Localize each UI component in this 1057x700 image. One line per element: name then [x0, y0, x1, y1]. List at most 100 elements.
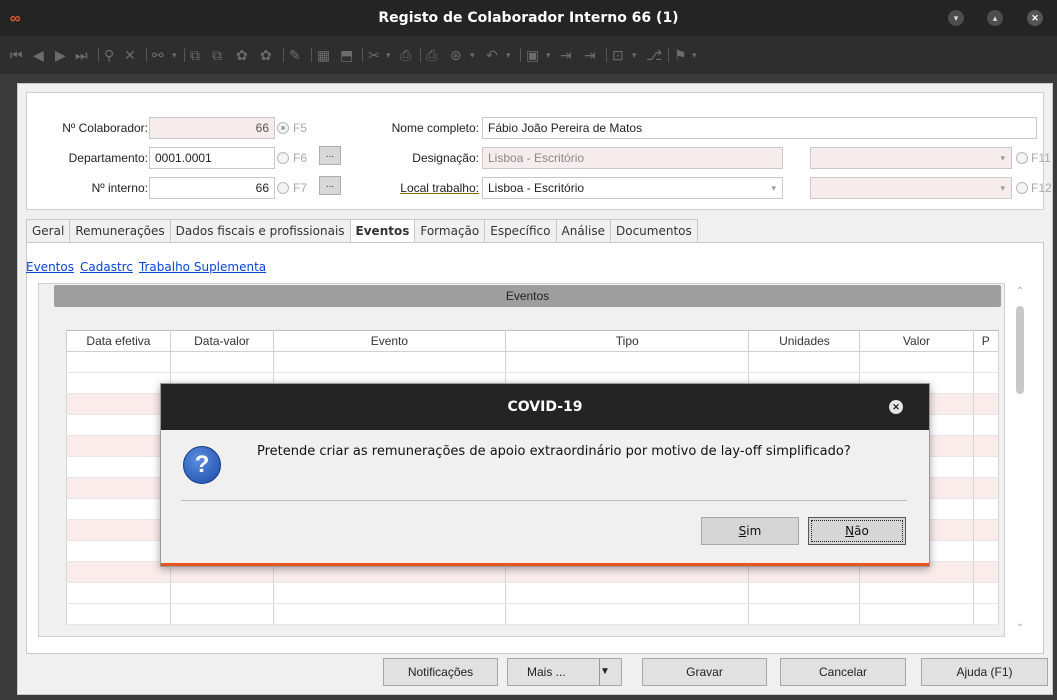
designacao-field: Lisboa - Escritório [482, 147, 783, 169]
mais-button[interactable]: Mais ... ▼ [507, 658, 622, 686]
tab-geral[interactable]: Geral [26, 219, 70, 243]
maximize-button[interactable]: ▴ [987, 10, 1003, 26]
table-row[interactable] [66, 351, 999, 373]
departamento-field[interactable]: 0001.0001 [149, 147, 275, 169]
tab-eventos[interactable]: Eventos [349, 219, 415, 243]
scroll-down-icon[interactable]: ⌄ [1014, 618, 1026, 629]
undo-dropdown-icon[interactable]: ▾ [506, 47, 511, 63]
scroll-up-icon[interactable]: ⌃ [1014, 286, 1026, 297]
edit-icon[interactable]: ✎ [289, 47, 301, 63]
detach-icon[interactable]: ✿ [260, 47, 272, 63]
outdent-icon[interactable]: ⇥ [584, 47, 596, 63]
last-record-icon[interactable]: ⏭ [75, 47, 88, 63]
col-p[interactable]: P [972, 330, 999, 352]
cancelar-button[interactable]: Cancelar [780, 658, 906, 686]
find-icon[interactable]: ⚯ [152, 47, 164, 63]
lock-icon[interactable]: ⊡ [612, 47, 624, 63]
minimize-button[interactable]: ▾ [948, 10, 964, 26]
local-trabalho-dropdown[interactable]: Lisboa - Escritório ▾ [482, 177, 783, 199]
numero-interno-field[interactable]: 66 [149, 177, 275, 199]
f6-radio[interactable] [277, 152, 289, 164]
find-dropdown-icon[interactable]: ▾ [172, 47, 177, 63]
save-icon[interactable]: ▣ [526, 47, 539, 63]
undo-icon[interactable]: ↶ [486, 47, 498, 63]
col-valor[interactable]: Valor [859, 330, 974, 352]
numero-interno-lookup-button[interactable]: ... [319, 176, 341, 195]
preview-icon[interactable]: ⊛ [450, 47, 462, 63]
col-data-efetiva[interactable]: Data efetiva [66, 330, 171, 352]
first-record-icon[interactable]: ⏮ [10, 47, 23, 63]
flag-dropdown-icon[interactable]: ▾ [692, 47, 697, 63]
colaborador-field: 66 [149, 117, 275, 139]
tab-especifico[interactable]: Específico [484, 219, 556, 243]
colaborador-label: Nº Colaborador: [62, 121, 148, 135]
f5-radio[interactable] [277, 122, 289, 134]
toolbar-divider [311, 48, 312, 62]
tab-remuneracoes[interactable]: Remunerações [69, 219, 170, 243]
export-icon[interactable]: ⬒ [340, 47, 353, 63]
tab-formacao[interactable]: Formação [414, 219, 485, 243]
departamento-lookup-button[interactable]: ... [319, 146, 341, 165]
notes-icon[interactable]: ⎙ [400, 47, 411, 63]
tools-dropdown-icon[interactable]: ▾ [386, 47, 391, 63]
f6-label: F6 [293, 151, 308, 165]
tools-icon[interactable]: ✂ [368, 47, 380, 63]
sim-button[interactable]: Sim [701, 517, 799, 545]
link-trabalho-suplementar[interactable]: Trabalho Suplementa [139, 260, 266, 274]
nav-icon[interactable]: ⎇ [646, 47, 662, 63]
f7-radio[interactable] [277, 182, 289, 194]
f12-radio[interactable] [1016, 182, 1028, 194]
preview-dropdown-icon[interactable]: ▾ [470, 47, 475, 63]
tab-documentos[interactable]: Documentos [609, 219, 698, 243]
tab-dados-fiscais[interactable]: Dados fiscais e profissionais [169, 219, 350, 243]
covid-dialog: COVID-19 ✕ ? Pretende criar as remuneraç… [160, 383, 930, 567]
nao-button[interactable]: Não [808, 517, 906, 545]
calendar-grid-icon[interactable]: ▦ [317, 47, 330, 63]
search-icon[interactable]: ⚲ [104, 47, 114, 63]
next-record-icon[interactable]: ▶ [55, 47, 66, 63]
toolbar-divider [146, 48, 147, 62]
notificacoes-button[interactable]: Notificações [383, 658, 498, 686]
ajuda-button[interactable]: Ajuda (F1) [921, 658, 1048, 686]
link-cadastro[interactable]: Cadastrc [80, 260, 133, 274]
dropdown-arrow-icon[interactable]: ▼ [599, 659, 621, 685]
f7-label: F7 [293, 181, 308, 195]
clear-filter-icon[interactable]: ✕ [124, 47, 136, 63]
dialog-close-icon[interactable]: ✕ [889, 400, 903, 414]
events-scrollbar[interactable]: ⌃ ⌄ [1012, 284, 1028, 636]
gravar-button[interactable]: Gravar [642, 658, 767, 686]
flag-icon[interactable]: ⚑ [674, 47, 687, 63]
f11-radio[interactable] [1016, 152, 1028, 164]
attach-icon[interactable]: ✿ [236, 47, 248, 63]
table-row[interactable] [66, 582, 999, 604]
col-unidades[interactable]: Unidades [748, 330, 861, 352]
save-dropdown-icon[interactable]: ▾ [546, 47, 551, 63]
col-tipo[interactable]: Tipo [504, 330, 750, 352]
sim-label: im [746, 524, 762, 538]
f12-label: F12 [1031, 181, 1052, 195]
local-trabalho-value: Lisboa - Escritório [488, 181, 585, 195]
prev-record-icon[interactable]: ◀ [33, 47, 44, 63]
table-row[interactable] [66, 603, 999, 625]
col-evento[interactable]: Evento [272, 330, 507, 352]
designacao-label: Designação: [412, 151, 479, 165]
copy-icon[interactable]: ⧉ [190, 47, 200, 63]
dialog-title: COVID-19 [161, 384, 929, 430]
nome-completo-field[interactable]: Fábio João Pereira de Matos [482, 117, 1037, 139]
chevron-down-icon: ▾ [1000, 153, 1005, 163]
close-window-button[interactable]: ✕ [1027, 10, 1043, 26]
events-section-bar[interactable]: Eventos [54, 285, 1001, 307]
header-panel: Nº Colaborador: 66 F5 Nome completo: Fáb… [26, 92, 1052, 210]
indent-icon[interactable]: ⇥ [560, 47, 572, 63]
toolbar-divider [184, 48, 185, 62]
local-trabalho-link[interactable]: Local trabalho: [377, 181, 479, 195]
f5-label: F5 [293, 121, 308, 135]
tab-analise[interactable]: Análise [555, 219, 610, 243]
paste-icon[interactable]: ⧉ [212, 47, 222, 63]
link-eventos[interactable]: Eventos [26, 260, 74, 274]
toolbar-divider [420, 48, 421, 62]
scrollbar-thumb[interactable] [1016, 306, 1024, 394]
col-data-valor[interactable]: Data-valor [169, 330, 274, 352]
lock-dropdown-icon[interactable]: ▾ [632, 47, 637, 63]
print-icon[interactable]: ⎙ [426, 47, 437, 63]
